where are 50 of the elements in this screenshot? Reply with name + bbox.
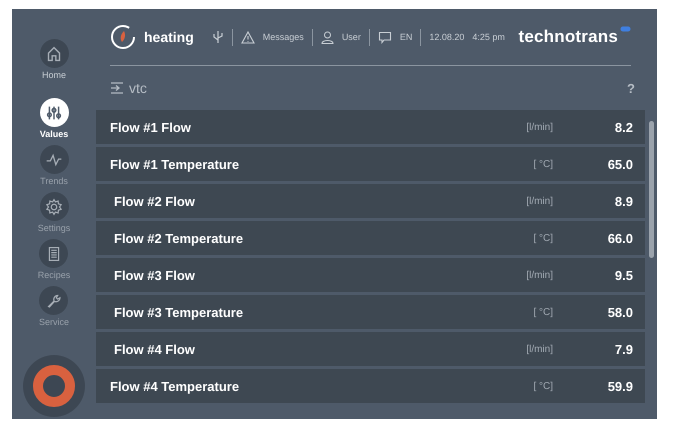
- value-text: 8.2: [614, 120, 633, 134]
- value-text: 66.0: [606, 230, 633, 246]
- row-label: Flow #2 Temperature: [114, 230, 244, 246]
- value-text: 59.9: [606, 378, 633, 394]
- language-link[interactable]: EN: [400, 32, 412, 42]
- unit-text: [l/min]: [525, 344, 553, 354]
- speech-bubble-icon[interactable]: [378, 30, 392, 44]
- value-text: 8.9: [614, 194, 633, 208]
- unit-text: [l/min]: [525, 122, 553, 132]
- logo-mark-icon: [620, 26, 631, 32]
- user-link[interactable]: User: [342, 32, 361, 42]
- user-icon[interactable]: [320, 30, 334, 44]
- unit-text: [l/min]: [525, 196, 553, 206]
- brand-logo: technotrans: [518, 27, 618, 47]
- unit-text: [ °C]: [532, 232, 553, 244]
- unit-text: [ °C]: [532, 306, 553, 318]
- time-text: 4:25 pm: [472, 32, 505, 42]
- value-text: 58.0: [606, 304, 633, 320]
- unit-text: [ °C]: [532, 380, 553, 392]
- row-label: Flow #3 Flow: [114, 268, 195, 282]
- flame-icon: [110, 24, 136, 50]
- value-row[interactable]: Flow #3 Temperature [ °C] 58.0: [96, 295, 645, 329]
- row-label: Flow #3 Temperature: [114, 304, 244, 320]
- warning-icon[interactable]: [240, 30, 255, 44]
- value-row[interactable]: Flow #1 Flow [l/min] 8.2: [96, 110, 645, 144]
- value-text: 9.5: [614, 268, 633, 282]
- value-row[interactable]: Flow #3 Flow [l/min] 9.5: [96, 258, 645, 292]
- mode-label: heating: [144, 29, 194, 45]
- row-label: Flow #4 Temperature: [110, 378, 240, 394]
- value-row[interactable]: Flow #1 Temperature [ °C] 65.0: [96, 147, 645, 181]
- value-row[interactable]: Flow #4 Temperature [ °C] 59.9: [96, 369, 645, 403]
- unit-text: [l/min]: [525, 270, 553, 280]
- usb-icon: [212, 30, 224, 44]
- row-label: Flow #1 Flow: [110, 120, 191, 134]
- messages-link[interactable]: Messages: [262, 32, 304, 42]
- row-label: Flow #1 Temperature: [110, 156, 240, 172]
- indent-icon: [110, 82, 124, 94]
- value-text: 7.9: [614, 342, 633, 356]
- row-label: Flow #4 Flow: [114, 342, 195, 356]
- value-row[interactable]: Flow #2 Temperature [ °C] 66.0: [96, 221, 645, 255]
- help-button[interactable]: ?: [627, 80, 635, 96]
- section-title: vtc: [129, 80, 147, 96]
- value-row[interactable]: Flow #2 Flow [l/min] 8.9: [96, 184, 645, 218]
- date-text: 12.08.20: [429, 32, 464, 42]
- scrollbar[interactable]: [649, 121, 654, 258]
- row-label: Flow #2 Flow: [114, 194, 195, 208]
- value-row[interactable]: Flow #4 Flow [l/min] 7.9: [96, 332, 645, 366]
- value-text: 65.0: [606, 156, 633, 172]
- unit-text: [ °C]: [532, 158, 553, 170]
- ring-button[interactable]: [32, 364, 76, 408]
